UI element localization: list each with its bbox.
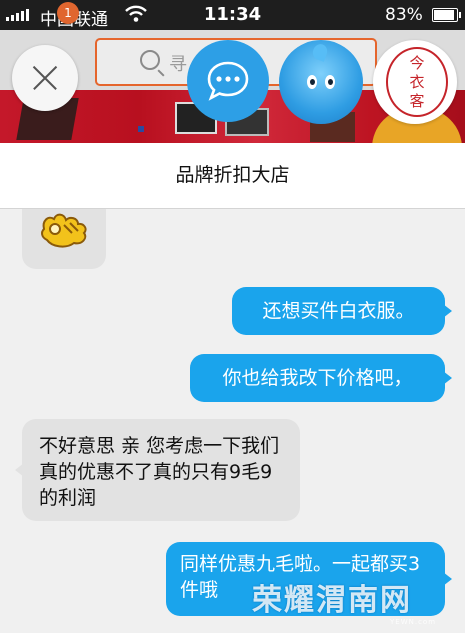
battery-percent: 83% bbox=[385, 5, 423, 25]
chat-bubble-outgoing[interactable]: 同样优惠九毛啦。一起都买3件哦 bbox=[166, 542, 452, 616]
chat-bubble-outgoing[interactable]: 还想买件白衣服。 bbox=[232, 287, 452, 335]
ok-hand-icon bbox=[41, 213, 87, 248]
title-bar: 品牌折扣大店 bbox=[0, 143, 465, 209]
notification-badge: 1 bbox=[57, 2, 79, 24]
search-placeholder: 寻 bbox=[169, 54, 187, 75]
chat-bubble-outgoing[interactable]: 你也给我改下价格吧， bbox=[190, 354, 452, 402]
search-icon bbox=[140, 50, 160, 70]
close-icon[interactable] bbox=[12, 45, 78, 111]
brand-seal: 今衣客 bbox=[386, 47, 448, 117]
brand-logo[interactable]: 今衣客 bbox=[373, 40, 457, 124]
page-title: 品牌折扣大店 bbox=[175, 164, 290, 186]
mascot-icon[interactable] bbox=[279, 40, 363, 124]
chat-bubble-incoming[interactable] bbox=[22, 209, 106, 269]
chat-bubble-incoming[interactable]: 不好意思 亲 您考虑一下我们真的优惠不了真的只有9毛9的利润 bbox=[15, 419, 300, 521]
chat-area[interactable]: 还想买件白衣服。 你也给我改下价格吧， 不好意思 亲 您考虑一下我们真的优惠不了… bbox=[0, 209, 465, 633]
battery-icon bbox=[432, 8, 461, 22]
message-icon[interactable] bbox=[187, 40, 269, 122]
